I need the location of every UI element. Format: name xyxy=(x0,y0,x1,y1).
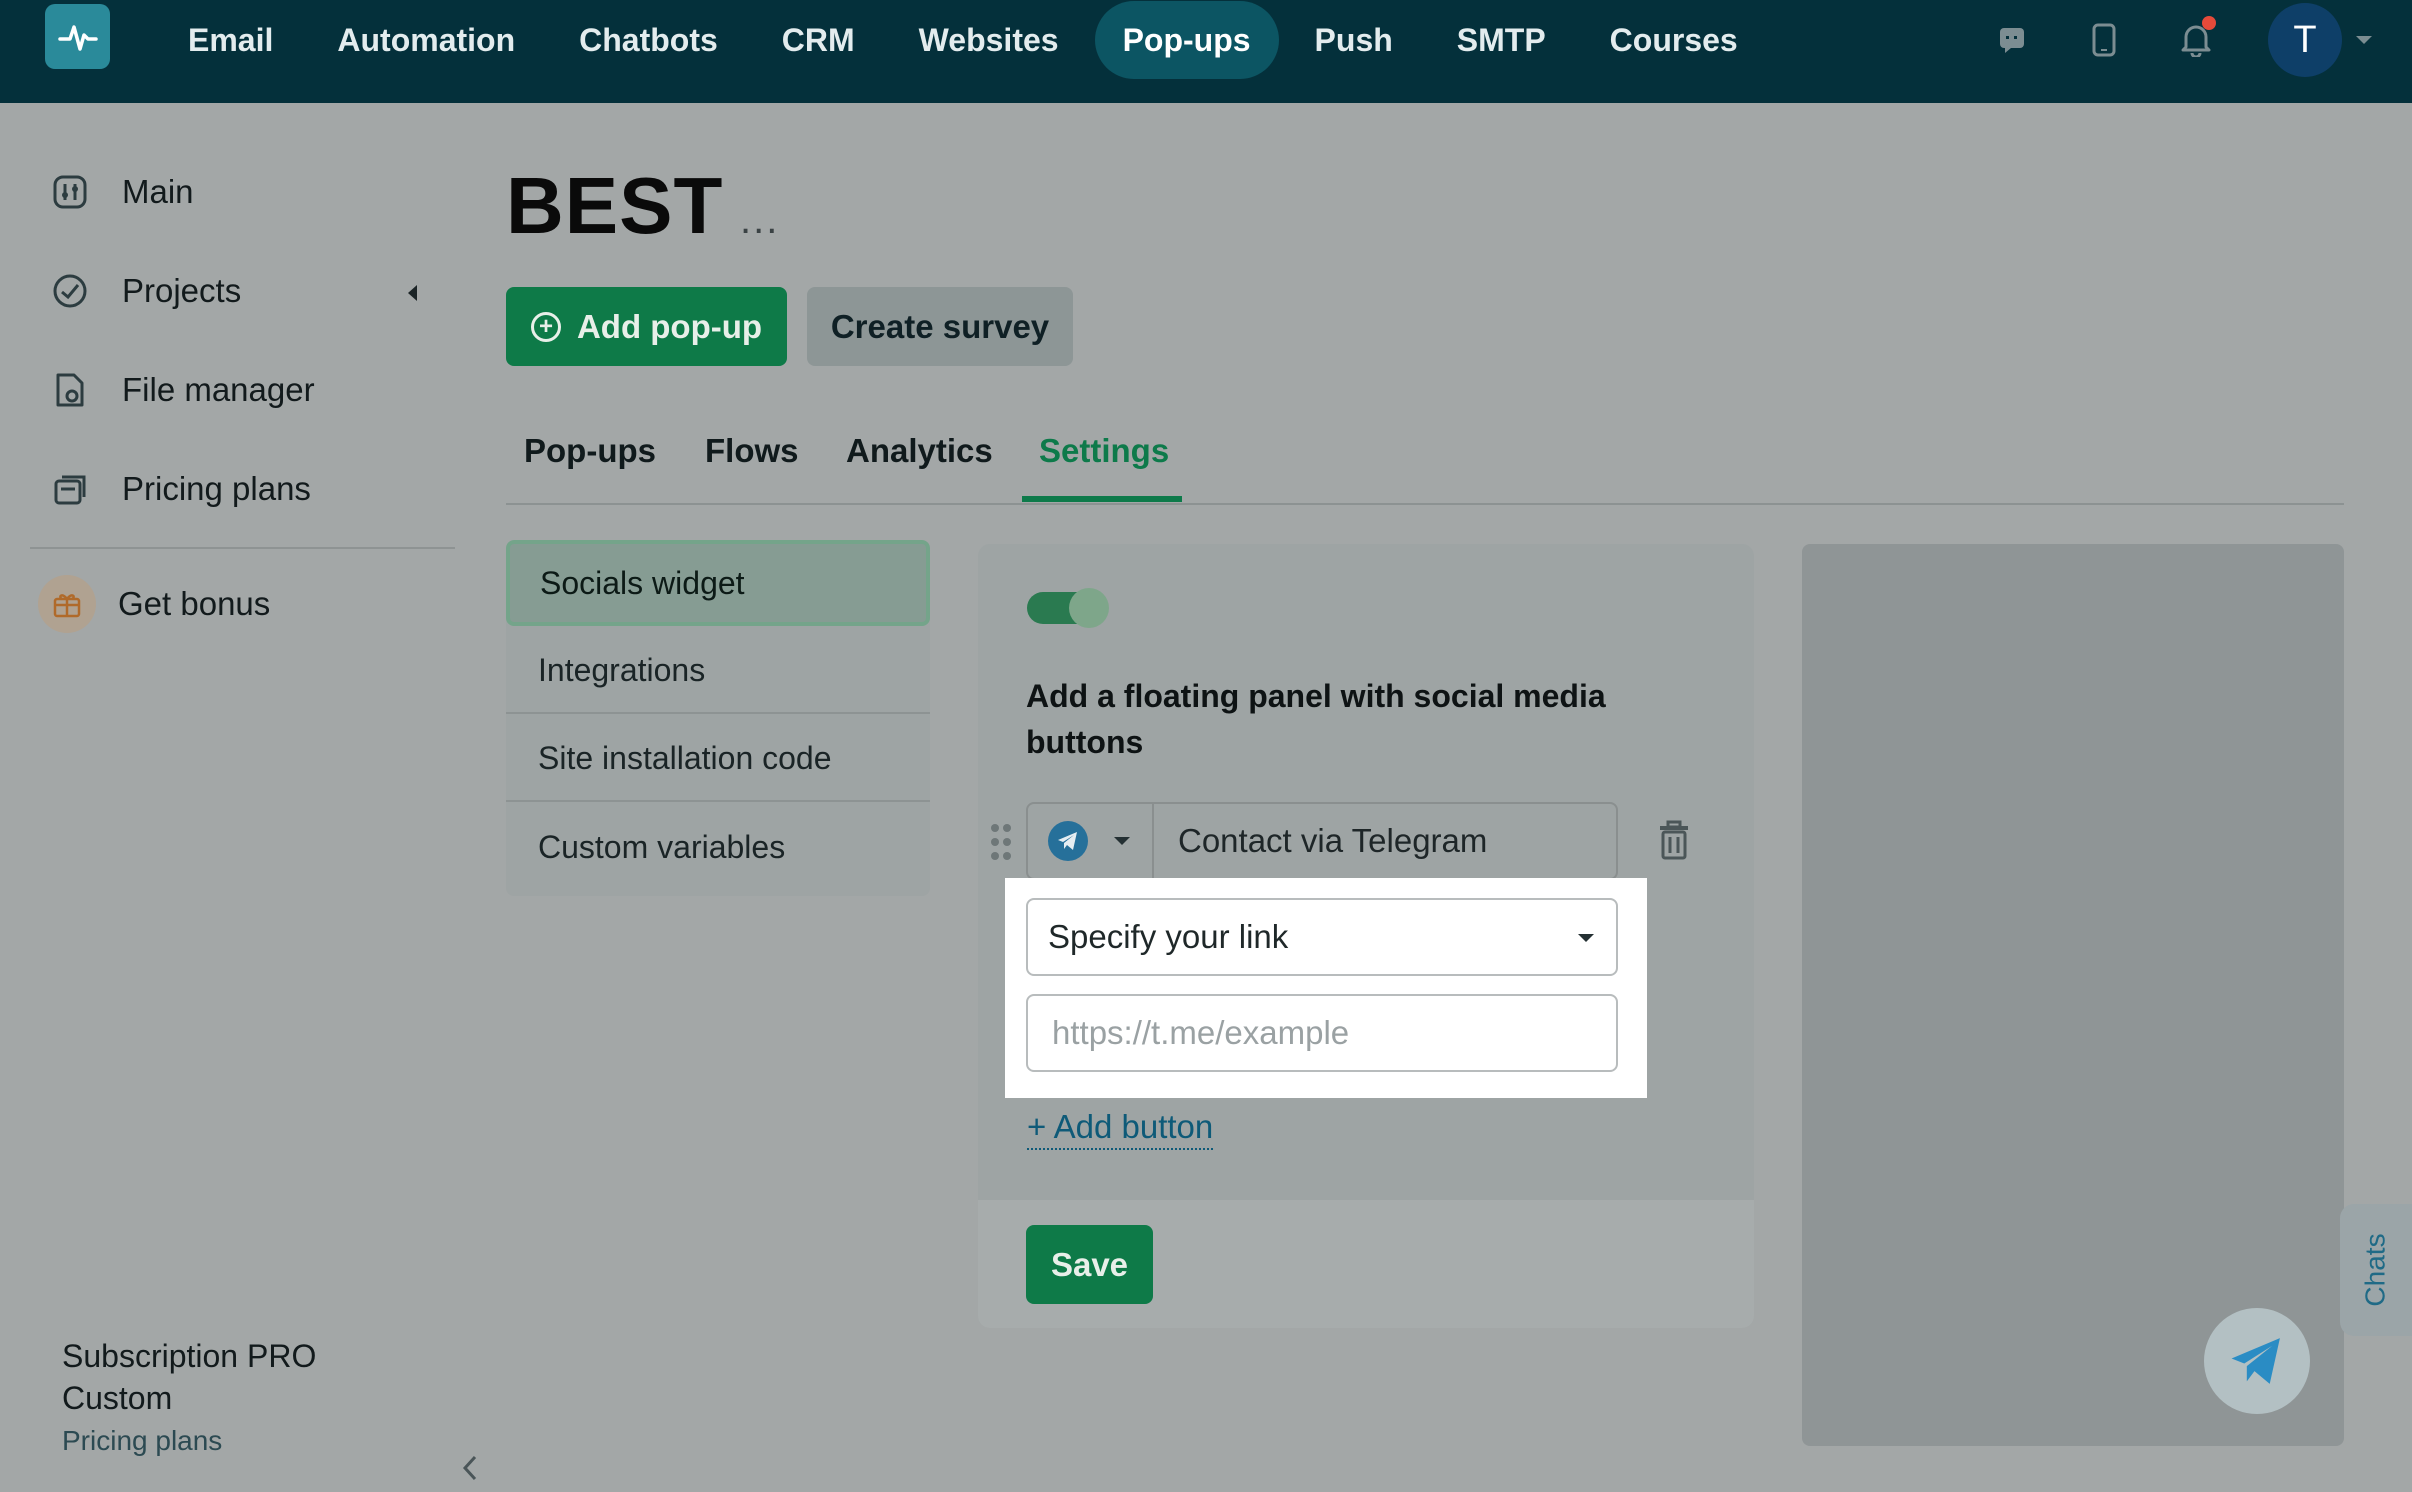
sidebar-item-label: Main xyxy=(122,173,194,210)
nav-smtp[interactable]: SMTP xyxy=(1429,1,1574,79)
widget-enabled-toggle[interactable] xyxy=(1027,588,1109,628)
user-avatar[interactable]: T xyxy=(2268,3,2342,77)
telegram-floating-button[interactable] xyxy=(2204,1308,2310,1414)
dashboard-icon xyxy=(50,172,90,212)
link-type-value: Specify your link xyxy=(1048,918,1289,955)
subscription-title: Subscription PRO Custom xyxy=(62,1338,317,1416)
tab-analytics[interactable]: Analytics xyxy=(846,420,993,505)
chat-icon[interactable] xyxy=(1992,20,2032,60)
sidebar-item-projects[interactable]: Projects xyxy=(50,271,241,311)
nav-automation[interactable]: Automation xyxy=(309,1,543,79)
more-options-icon[interactable]: ... xyxy=(740,198,779,243)
settings-menu: Socials widget Integrations Site install… xyxy=(506,540,930,896)
sidebar-item-main[interactable]: Main xyxy=(50,172,194,212)
collapse-sidebar-icon[interactable] xyxy=(460,1453,480,1488)
add-popup-label: Add pop-up xyxy=(576,307,763,345)
top-navigation-bar: Email Automation Chatbots CRM Websites P… xyxy=(0,0,2412,103)
plus-circle-icon: + xyxy=(530,311,561,342)
sidebar: Main Projects File manager Pricing plans… xyxy=(0,103,477,1492)
chevron-down-icon xyxy=(1114,837,1130,845)
social-button-label[interactable]: Contact via Telegram xyxy=(1154,804,1487,878)
sidebar-item-file-manager[interactable]: File manager xyxy=(50,370,315,410)
page-title: BEST xyxy=(506,161,724,250)
chats-tab-label: Chats xyxy=(2360,1233,2391,1307)
file-manager-icon xyxy=(50,370,90,410)
trash-icon[interactable] xyxy=(1656,820,1692,860)
nav-push[interactable]: Push xyxy=(1287,1,1421,79)
bell-icon[interactable] xyxy=(2176,16,2216,60)
projects-icon xyxy=(50,271,90,311)
subscription-block: Subscription PRO Custom Pricing plans xyxy=(62,1335,392,1457)
add-popup-button[interactable]: + Add pop-up xyxy=(506,287,787,366)
sidebar-item-pricing-plans[interactable]: Pricing plans xyxy=(50,469,311,509)
tab-flows[interactable]: Flows xyxy=(705,420,799,505)
nav-email[interactable]: Email xyxy=(160,1,301,79)
telegram-url-input[interactable] xyxy=(1026,994,1618,1072)
sidebar-item-label: Get bonus xyxy=(118,585,271,622)
tab-popups[interactable]: Pop-ups xyxy=(524,420,656,505)
notification-dot xyxy=(2202,16,2216,30)
telegram-icon xyxy=(2231,1338,2280,1384)
add-button-link[interactable]: + Add button xyxy=(1027,1108,1214,1150)
chevron-down-icon[interactable] xyxy=(2356,36,2372,44)
nav-crm[interactable]: CRM xyxy=(754,1,883,79)
telegram-icon xyxy=(1048,821,1088,861)
link-type-select[interactable]: Specify your link xyxy=(1026,898,1618,976)
social-network-select[interactable] xyxy=(1028,804,1154,878)
sidebar-item-label: Projects xyxy=(122,272,242,309)
gift-icon xyxy=(38,575,96,633)
nav-courses[interactable]: Courses xyxy=(1582,1,1766,79)
settings-menu-custom-variables[interactable]: Custom variables xyxy=(506,804,930,890)
toggle-knob xyxy=(1069,588,1109,628)
main-nav: Email Automation Chatbots CRM Websites P… xyxy=(160,0,1774,80)
pricing-plans-icon xyxy=(50,469,90,509)
sidebar-divider xyxy=(30,547,455,549)
sidebar-item-label: File manager xyxy=(122,371,315,408)
chevron-down-icon xyxy=(1578,934,1594,942)
active-tab-indicator xyxy=(1022,496,1182,502)
sidebar-item-get-bonus[interactable]: Get bonus xyxy=(38,575,271,633)
nav-popups[interactable]: Pop-ups xyxy=(1094,1,1279,79)
panel-heading: Add a floating panel with social media b… xyxy=(1026,678,1606,760)
chats-side-tab[interactable]: Chats xyxy=(2340,1204,2412,1336)
create-survey-button[interactable]: Create survey xyxy=(807,287,1073,366)
mobile-icon[interactable] xyxy=(2084,20,2124,60)
sidebar-item-label: Pricing plans xyxy=(122,470,311,507)
settings-menu-integrations[interactable]: Integrations xyxy=(506,628,930,714)
chevron-left-icon[interactable] xyxy=(408,285,417,301)
settings-menu-site-installation-code[interactable]: Site installation code xyxy=(506,716,930,802)
nav-chatbots[interactable]: Chatbots xyxy=(551,1,746,79)
settings-menu-socials-widget[interactable]: Socials widget xyxy=(506,540,930,626)
app-logo-icon[interactable] xyxy=(45,4,110,69)
nav-websites[interactable]: Websites xyxy=(891,1,1087,79)
tab-settings[interactable]: Settings xyxy=(1039,420,1169,505)
social-button-row: Contact via Telegram xyxy=(1026,802,1618,880)
drag-handle-icon[interactable] xyxy=(990,823,1012,861)
save-button[interactable]: Save xyxy=(1026,1225,1153,1304)
subscription-pricing-link[interactable]: Pricing plans xyxy=(62,1425,392,1457)
section-tabs: Pop-ups Flows Analytics Settings xyxy=(506,420,2344,505)
